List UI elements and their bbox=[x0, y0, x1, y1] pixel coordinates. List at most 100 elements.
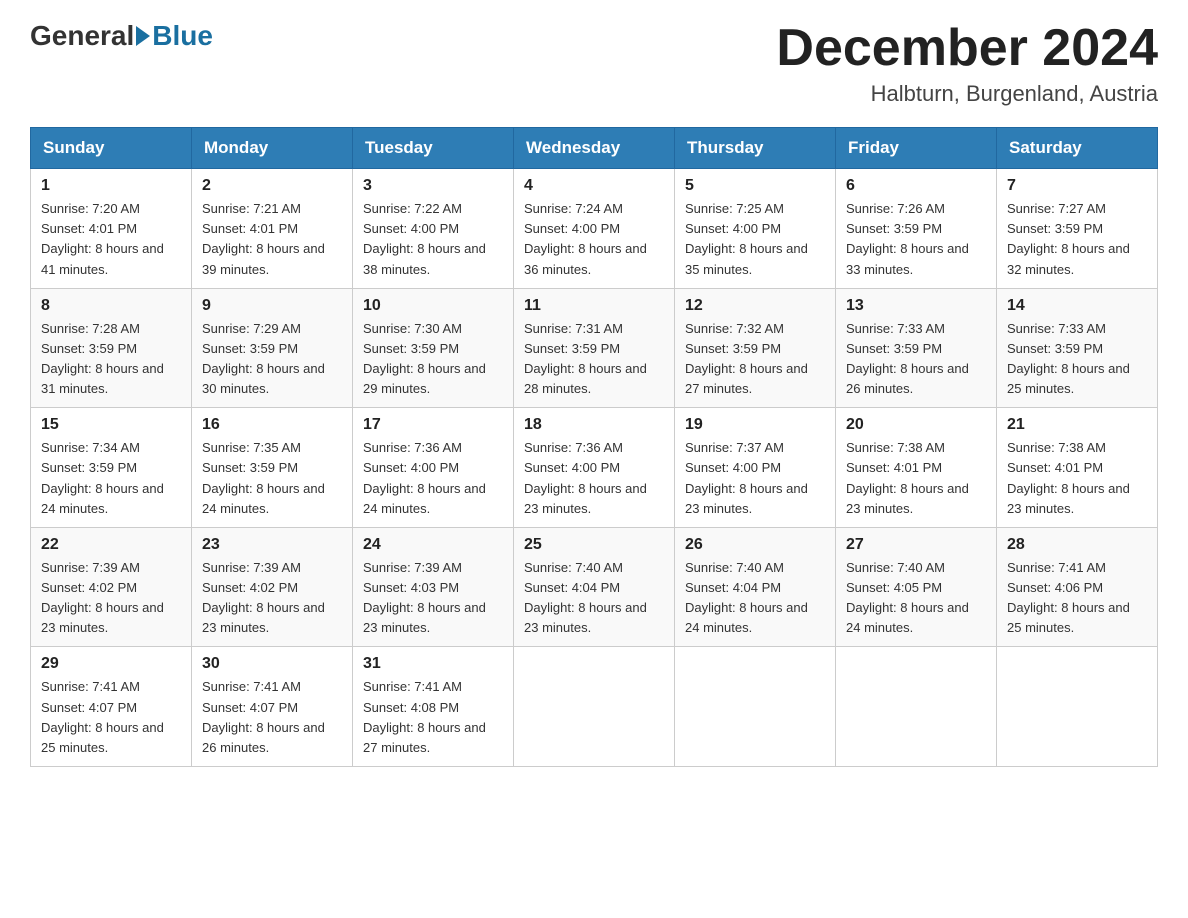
day-info: Sunrise: 7:21 AMSunset: 4:01 PMDaylight:… bbox=[202, 201, 325, 276]
day-info: Sunrise: 7:40 AMSunset: 4:04 PMDaylight:… bbox=[524, 560, 647, 635]
day-number: 11 bbox=[524, 297, 664, 315]
day-number: 23 bbox=[202, 536, 342, 554]
calendar-day-cell: 31 Sunrise: 7:41 AMSunset: 4:08 PMDaylig… bbox=[353, 647, 514, 767]
day-number: 22 bbox=[41, 536, 181, 554]
day-info: Sunrise: 7:38 AMSunset: 4:01 PMDaylight:… bbox=[846, 440, 969, 515]
logo: General Blue bbox=[30, 20, 213, 52]
day-info: Sunrise: 7:36 AMSunset: 4:00 PMDaylight:… bbox=[363, 440, 486, 515]
calendar-day-cell: 6 Sunrise: 7:26 AMSunset: 3:59 PMDayligh… bbox=[836, 169, 997, 289]
day-number: 19 bbox=[685, 416, 825, 434]
calendar-day-cell: 29 Sunrise: 7:41 AMSunset: 4:07 PMDaylig… bbox=[31, 647, 192, 767]
day-info: Sunrise: 7:39 AMSunset: 4:02 PMDaylight:… bbox=[202, 560, 325, 635]
calendar-day-cell: 15 Sunrise: 7:34 AMSunset: 3:59 PMDaylig… bbox=[31, 408, 192, 528]
calendar-day-cell bbox=[836, 647, 997, 767]
day-number: 21 bbox=[1007, 416, 1147, 434]
day-number: 7 bbox=[1007, 177, 1147, 195]
day-info: Sunrise: 7:36 AMSunset: 4:00 PMDaylight:… bbox=[524, 440, 647, 515]
day-info: Sunrise: 7:41 AMSunset: 4:07 PMDaylight:… bbox=[202, 679, 325, 754]
header-wednesday: Wednesday bbox=[514, 128, 675, 169]
day-info: Sunrise: 7:27 AMSunset: 3:59 PMDaylight:… bbox=[1007, 201, 1130, 276]
day-info: Sunrise: 7:32 AMSunset: 3:59 PMDaylight:… bbox=[685, 321, 808, 396]
month-title: December 2024 bbox=[776, 20, 1158, 77]
header-tuesday: Tuesday bbox=[353, 128, 514, 169]
calendar-day-cell: 13 Sunrise: 7:33 AMSunset: 3:59 PMDaylig… bbox=[836, 288, 997, 408]
day-info: Sunrise: 7:20 AMSunset: 4:01 PMDaylight:… bbox=[41, 201, 164, 276]
day-info: Sunrise: 7:33 AMSunset: 3:59 PMDaylight:… bbox=[1007, 321, 1130, 396]
day-info: Sunrise: 7:22 AMSunset: 4:00 PMDaylight:… bbox=[363, 201, 486, 276]
day-info: Sunrise: 7:38 AMSunset: 4:01 PMDaylight:… bbox=[1007, 440, 1130, 515]
calendar-day-cell: 19 Sunrise: 7:37 AMSunset: 4:00 PMDaylig… bbox=[675, 408, 836, 528]
day-number: 29 bbox=[41, 655, 181, 673]
day-info: Sunrise: 7:34 AMSunset: 3:59 PMDaylight:… bbox=[41, 440, 164, 515]
day-number: 17 bbox=[363, 416, 503, 434]
calendar-table: Sunday Monday Tuesday Wednesday Thursday… bbox=[30, 127, 1158, 767]
logo-blue-text: Blue bbox=[152, 20, 213, 52]
calendar-day-cell bbox=[514, 647, 675, 767]
day-info: Sunrise: 7:30 AMSunset: 3:59 PMDaylight:… bbox=[363, 321, 486, 396]
day-number: 30 bbox=[202, 655, 342, 673]
week-row-1: 1 Sunrise: 7:20 AMSunset: 4:01 PMDayligh… bbox=[31, 169, 1158, 289]
day-info: Sunrise: 7:39 AMSunset: 4:03 PMDaylight:… bbox=[363, 560, 486, 635]
day-info: Sunrise: 7:33 AMSunset: 3:59 PMDaylight:… bbox=[846, 321, 969, 396]
day-number: 15 bbox=[41, 416, 181, 434]
day-info: Sunrise: 7:41 AMSunset: 4:06 PMDaylight:… bbox=[1007, 560, 1130, 635]
day-number: 12 bbox=[685, 297, 825, 315]
day-info: Sunrise: 7:41 AMSunset: 4:07 PMDaylight:… bbox=[41, 679, 164, 754]
day-info: Sunrise: 7:40 AMSunset: 4:05 PMDaylight:… bbox=[846, 560, 969, 635]
day-number: 4 bbox=[524, 177, 664, 195]
calendar-day-cell: 27 Sunrise: 7:40 AMSunset: 4:05 PMDaylig… bbox=[836, 527, 997, 647]
day-number: 24 bbox=[363, 536, 503, 554]
logo-general-text: General bbox=[30, 20, 134, 52]
calendar-day-cell: 8 Sunrise: 7:28 AMSunset: 3:59 PMDayligh… bbox=[31, 288, 192, 408]
week-row-4: 22 Sunrise: 7:39 AMSunset: 4:02 PMDaylig… bbox=[31, 527, 1158, 647]
calendar-day-cell: 30 Sunrise: 7:41 AMSunset: 4:07 PMDaylig… bbox=[192, 647, 353, 767]
calendar-day-cell: 24 Sunrise: 7:39 AMSunset: 4:03 PMDaylig… bbox=[353, 527, 514, 647]
day-number: 28 bbox=[1007, 536, 1147, 554]
calendar-day-cell: 21 Sunrise: 7:38 AMSunset: 4:01 PMDaylig… bbox=[997, 408, 1158, 528]
calendar-day-cell: 17 Sunrise: 7:36 AMSunset: 4:00 PMDaylig… bbox=[353, 408, 514, 528]
day-number: 18 bbox=[524, 416, 664, 434]
calendar-day-cell bbox=[997, 647, 1158, 767]
week-row-3: 15 Sunrise: 7:34 AMSunset: 3:59 PMDaylig… bbox=[31, 408, 1158, 528]
day-info: Sunrise: 7:35 AMSunset: 3:59 PMDaylight:… bbox=[202, 440, 325, 515]
calendar-day-cell: 12 Sunrise: 7:32 AMSunset: 3:59 PMDaylig… bbox=[675, 288, 836, 408]
day-info: Sunrise: 7:26 AMSunset: 3:59 PMDaylight:… bbox=[846, 201, 969, 276]
calendar-day-cell: 18 Sunrise: 7:36 AMSunset: 4:00 PMDaylig… bbox=[514, 408, 675, 528]
day-number: 27 bbox=[846, 536, 986, 554]
day-number: 26 bbox=[685, 536, 825, 554]
calendar-day-cell: 20 Sunrise: 7:38 AMSunset: 4:01 PMDaylig… bbox=[836, 408, 997, 528]
calendar-day-cell: 16 Sunrise: 7:35 AMSunset: 3:59 PMDaylig… bbox=[192, 408, 353, 528]
header-thursday: Thursday bbox=[675, 128, 836, 169]
day-info: Sunrise: 7:28 AMSunset: 3:59 PMDaylight:… bbox=[41, 321, 164, 396]
day-number: 13 bbox=[846, 297, 986, 315]
day-info: Sunrise: 7:40 AMSunset: 4:04 PMDaylight:… bbox=[685, 560, 808, 635]
header-friday: Friday bbox=[836, 128, 997, 169]
calendar-day-cell: 5 Sunrise: 7:25 AMSunset: 4:00 PMDayligh… bbox=[675, 169, 836, 289]
day-number: 10 bbox=[363, 297, 503, 315]
day-number: 1 bbox=[41, 177, 181, 195]
header-sunday: Sunday bbox=[31, 128, 192, 169]
day-info: Sunrise: 7:29 AMSunset: 3:59 PMDaylight:… bbox=[202, 321, 325, 396]
page-header: General Blue December 2024 Halbturn, Bur… bbox=[30, 20, 1158, 107]
day-info: Sunrise: 7:41 AMSunset: 4:08 PMDaylight:… bbox=[363, 679, 486, 754]
calendar-day-cell: 14 Sunrise: 7:33 AMSunset: 3:59 PMDaylig… bbox=[997, 288, 1158, 408]
day-number: 14 bbox=[1007, 297, 1147, 315]
calendar-day-cell bbox=[675, 647, 836, 767]
calendar-day-cell: 9 Sunrise: 7:29 AMSunset: 3:59 PMDayligh… bbox=[192, 288, 353, 408]
day-number: 3 bbox=[363, 177, 503, 195]
logo-arrow-icon bbox=[136, 26, 150, 46]
day-info: Sunrise: 7:24 AMSunset: 4:00 PMDaylight:… bbox=[524, 201, 647, 276]
calendar-day-cell: 22 Sunrise: 7:39 AMSunset: 4:02 PMDaylig… bbox=[31, 527, 192, 647]
calendar-day-cell: 7 Sunrise: 7:27 AMSunset: 3:59 PMDayligh… bbox=[997, 169, 1158, 289]
weekday-header-row: Sunday Monday Tuesday Wednesday Thursday… bbox=[31, 128, 1158, 169]
day-info: Sunrise: 7:39 AMSunset: 4:02 PMDaylight:… bbox=[41, 560, 164, 635]
calendar-day-cell: 25 Sunrise: 7:40 AMSunset: 4:04 PMDaylig… bbox=[514, 527, 675, 647]
week-row-5: 29 Sunrise: 7:41 AMSunset: 4:07 PMDaylig… bbox=[31, 647, 1158, 767]
calendar-day-cell: 23 Sunrise: 7:39 AMSunset: 4:02 PMDaylig… bbox=[192, 527, 353, 647]
day-number: 25 bbox=[524, 536, 664, 554]
calendar-day-cell: 11 Sunrise: 7:31 AMSunset: 3:59 PMDaylig… bbox=[514, 288, 675, 408]
day-info: Sunrise: 7:25 AMSunset: 4:00 PMDaylight:… bbox=[685, 201, 808, 276]
day-info: Sunrise: 7:31 AMSunset: 3:59 PMDaylight:… bbox=[524, 321, 647, 396]
week-row-2: 8 Sunrise: 7:28 AMSunset: 3:59 PMDayligh… bbox=[31, 288, 1158, 408]
header-saturday: Saturday bbox=[997, 128, 1158, 169]
